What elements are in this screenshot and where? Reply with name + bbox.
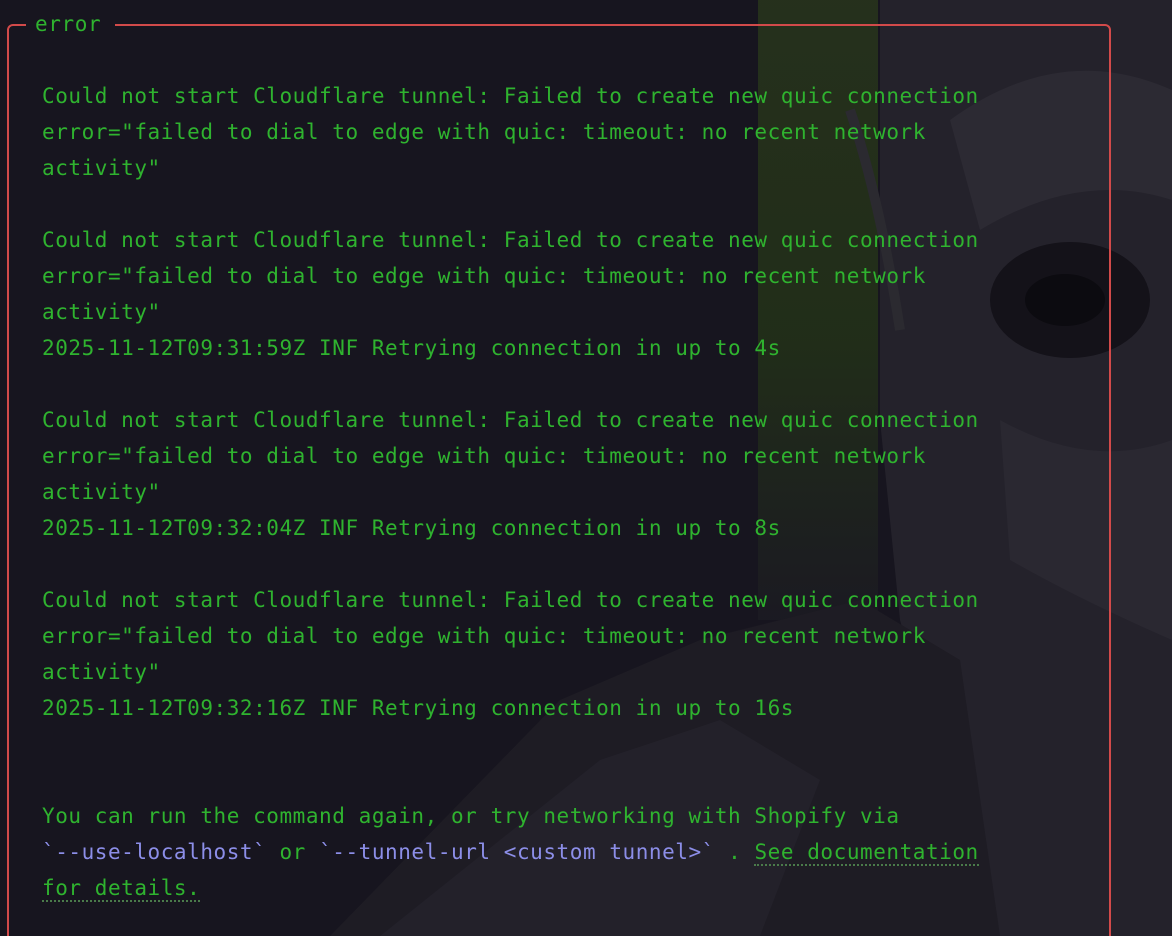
log-line: Could not start Cloudflare tunnel: Faile… [42, 408, 979, 432]
tunnel-url-flag: `--tunnel-url <custom tunnel>` [319, 840, 715, 864]
error-message: Could not start Cloudflare tunnel: Faile… [42, 402, 1072, 546]
log-line: activity" [42, 480, 161, 504]
log-line: error="failed to dial to edge with quic:… [42, 444, 926, 468]
log-line: Could not start Cloudflare tunnel: Faile… [42, 588, 979, 612]
or-text: or [266, 840, 320, 864]
use-localhost-flag: `--use-localhost` [42, 840, 267, 864]
hint-line: You can run the command again, or try ne… [42, 804, 900, 828]
hint-line: `--use-localhost` or `--tunnel-url <cust… [42, 834, 1072, 870]
documentation-link-continued[interactable]: for details. [42, 876, 201, 902]
error-message: Could not start Cloudflare tunnel: Faile… [42, 582, 1072, 726]
log-line: Could not start Cloudflare tunnel: Faile… [42, 228, 979, 252]
hint-message: You can run the command again, or try ne… [42, 798, 1072, 906]
log-line: error="failed to dial to edge with quic:… [42, 624, 926, 648]
error-panel-title: error [26, 10, 116, 38]
log-line: error="failed to dial to edge with quic:… [42, 120, 926, 144]
dot-text: . [714, 840, 755, 864]
log-line: Could not start Cloudflare tunnel: Faile… [42, 84, 979, 108]
log-line: activity" [42, 300, 161, 324]
log-line: activity" [42, 156, 161, 180]
hint-line: for details. [42, 870, 1072, 906]
log-line: error="failed to dial to edge with quic:… [42, 264, 926, 288]
retry-line: 2025-11-12T09:32:16Z INF Retrying connec… [42, 696, 795, 720]
terminal-window[interactable]: error Could not start Cloudflare tunnel:… [0, 0, 1172, 936]
error-message: Could not start Cloudflare tunnel: Faile… [42, 222, 1072, 366]
error-message: Could not start Cloudflare tunnel: Faile… [42, 78, 1072, 186]
error-panel-content: Could not start Cloudflare tunnel: Faile… [42, 78, 1072, 906]
retry-line: 2025-11-12T09:32:04Z INF Retrying connec… [42, 516, 781, 540]
log-line: activity" [42, 660, 161, 684]
documentation-link[interactable]: See documentation [754, 840, 979, 866]
retry-line: 2025-11-12T09:31:59Z INF Retrying connec… [42, 336, 781, 360]
